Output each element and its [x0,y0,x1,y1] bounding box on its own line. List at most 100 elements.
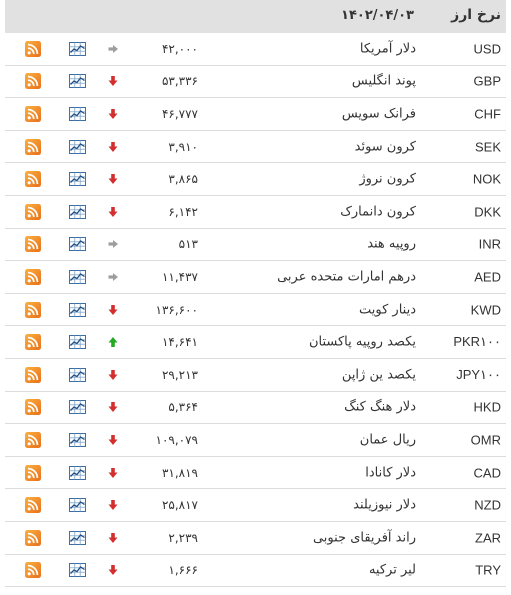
line-chart-icon[interactable] [69,432,86,447]
rss-feed-icon[interactable] [25,73,41,90]
rss-feed-icon[interactable] [25,40,41,57]
line-chart-icon[interactable] [69,465,86,480]
currency-code: USD [473,41,501,57]
line-chart-icon[interactable] [69,498,86,513]
currency-name[interactable]: راند آفریقای جنوبی [313,530,416,545]
table-row: ۵۱۳ روپیه هند INR [5,229,506,262]
rss-feed-icon[interactable] [25,399,41,416]
arrow-down-icon [107,75,119,87]
rss-feed-icon[interactable] [25,105,41,122]
rate-value: ۱۴,۶۴۱ [161,335,198,350]
rss-feed-icon[interactable] [25,366,41,383]
table-row: ۲۹,۲۱۳ یکصد ین ژاپن JPY۱۰۰ [5,359,506,392]
currency-name[interactable]: ریال عمان [360,432,416,447]
rss-feed-icon[interactable] [25,301,41,318]
line-chart-icon[interactable] [69,106,86,121]
currency-name[interactable]: فرانک سویس [342,106,416,121]
rss-feed-icon[interactable] [25,464,41,481]
rss-feed-icon[interactable] [25,431,41,448]
arrow-down-icon [107,401,119,413]
line-chart-icon[interactable] [69,269,86,284]
currency-code: KWD [470,302,501,318]
table-row: ۲۵,۸۱۷ دلار نیوزیلند NZD [5,489,506,522]
arrow-down-icon [107,532,119,544]
currency-name[interactable]: دلار آمریکا [360,41,416,56]
rate-value: ۱۳۶,۶۰۰ [155,302,199,317]
arrow-down-icon [107,108,119,120]
rate-value: ۲۵,۸۱۷ [161,498,198,513]
rss-feed-icon[interactable] [25,268,41,285]
arrow-up-icon [107,336,119,348]
line-chart-icon[interactable] [69,367,86,382]
arrow-down-icon [107,141,119,153]
currency-code: NOK [472,171,501,187]
currency-code: HKD [473,399,501,415]
line-chart-icon[interactable] [69,74,86,89]
rate-value: ۴۲,۰۰۰ [161,41,198,56]
currency-code: ZAR [475,530,501,546]
currency-code: OMR [470,432,501,448]
rate-value: ۳,۹۱۰ [168,139,198,154]
line-chart-icon[interactable] [69,172,86,187]
currency-code: TRY [475,562,501,578]
rss-feed-icon[interactable] [25,334,41,351]
currency-name[interactable]: کرون نروژ [359,172,416,187]
table-row: ۵,۳۶۴ دلار هنگ کنگ HKD [5,392,506,425]
table-row: ۴۲,۰۰۰ دلار آمریکا USD [5,33,506,66]
rss-feed-icon[interactable] [25,171,41,188]
line-chart-icon[interactable] [69,400,86,415]
currency-code: AED [474,269,501,285]
currency-name[interactable]: یکصد روپیه پاکستان [309,335,416,350]
currency-name[interactable]: کرون دانمارک [340,204,416,219]
currency-code: CHF [474,106,501,122]
arrow-down-icon [107,206,119,218]
rate-value: ۲,۲۳۹ [168,530,198,545]
table-row: ۱۳۶,۶۰۰ دینار کویت KWD [5,294,506,327]
currency-name[interactable]: دلار کانادا [365,465,416,480]
currency-name[interactable]: دلار نیوزیلند [353,498,416,513]
rate-value: ۳,۸۶۵ [168,172,198,187]
currency-name[interactable]: کرون سوئد [355,139,416,154]
rate-value: ۵,۳۶۴ [168,400,198,415]
table-row: ۳,۹۱۰ کرون سوئد SEK [5,131,506,164]
currency-name[interactable]: دلار هنگ کنگ [344,400,416,415]
arrow-right-icon [107,271,119,283]
currency-name[interactable]: یکصد ین ژاپن [342,367,416,382]
currency-code: NZD [474,497,501,513]
currency-name[interactable]: روپیه هند [367,237,416,252]
table-row: ۴۶,۷۷۷ فرانک سویس CHF [5,98,506,131]
table-row: ۵۳,۳۳۶ پوند انگلیس GBP [5,66,506,99]
rate-value: ۶,۱۴۲ [168,204,198,219]
table-row: ۱,۶۶۶ لیر ترکیه TRY [5,555,506,588]
rate-value: ۵۱۳ [178,237,198,252]
line-chart-icon[interactable] [69,204,86,219]
line-chart-icon[interactable] [69,237,86,252]
currency-name[interactable]: پوند انگلیس [352,74,416,89]
currency-name[interactable]: درهم امارات متحده عربی [277,269,416,284]
rate-value: ۳۱,۸۱۹ [161,465,198,480]
rss-feed-icon[interactable] [25,236,41,253]
currency-name[interactable]: دینار کویت [359,302,416,317]
rss-feed-icon[interactable] [25,138,41,155]
line-chart-icon[interactable] [69,335,86,350]
currency-name[interactable]: لیر ترکیه [369,563,416,578]
rss-feed-icon[interactable] [25,529,41,546]
currency-code: INR [478,236,501,252]
table-header: نرخ ارز ۱۴۰۲/۰۴/۰۳ [5,0,506,33]
line-chart-icon[interactable] [69,41,86,56]
line-chart-icon[interactable] [69,530,86,545]
rss-feed-icon[interactable] [25,203,41,220]
line-chart-icon[interactable] [69,139,86,154]
rss-feed-icon[interactable] [25,497,41,514]
currency-code: GBP [473,73,501,89]
arrow-down-icon [107,434,119,446]
currency-code: DKK [474,204,501,220]
table-body: ۴۲,۰۰۰ دلار آمریکا USD ۵۳,۳۳۶ پوند انگلی… [5,33,506,588]
line-chart-icon[interactable] [69,563,86,578]
line-chart-icon[interactable] [69,302,86,317]
rate-value: ۱۰۹,۰۷۹ [155,432,199,447]
table-row: ۳۱,۸۱۹ دلار کانادا CAD [5,457,506,490]
rss-feed-icon[interactable] [25,562,41,579]
table-title: نرخ ارز [451,7,501,23]
currency-code: SEK [474,139,501,155]
